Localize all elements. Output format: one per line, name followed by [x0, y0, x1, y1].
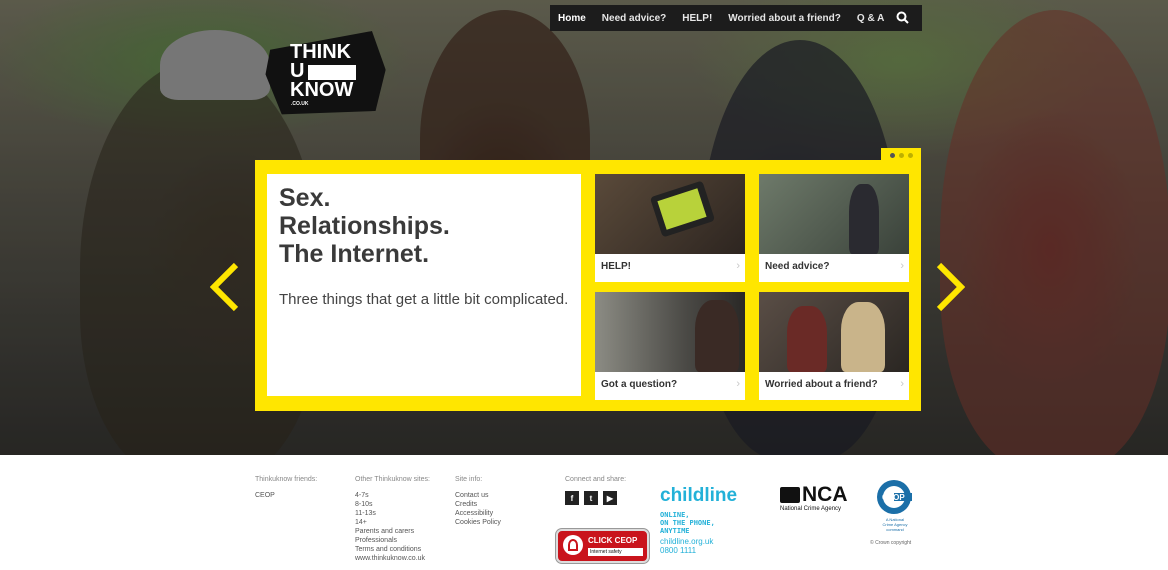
carousel-dot[interactable] — [889, 152, 895, 158]
tile-got-question[interactable]: Got a question? › — [595, 292, 745, 400]
tile-need-advice[interactable]: Need advice? › — [759, 174, 909, 282]
copyright-text: © Crown copyright — [870, 540, 912, 546]
tile-image — [759, 174, 909, 254]
ceop-logo[interactable]: CEOP A National Crime Agency command © C… — [870, 479, 920, 546]
footer-link[interactable]: www.thinkuknow.co.uk — [355, 554, 430, 563]
footer-link[interactable]: Professionals — [355, 536, 430, 545]
footer-other-sites: Other Thinkuknow sites: 4-7s 8-10s 11-13… — [355, 475, 430, 563]
hero-title-line: The Internet. — [279, 240, 430, 268]
ceop-name: CEOP — [882, 493, 905, 502]
carousel-dot[interactable] — [898, 152, 904, 158]
nav-qa[interactable]: Q & A — [849, 13, 892, 24]
nca-logo[interactable]: NCA National Crime Agency — [780, 483, 848, 512]
footer-link[interactable]: Terms and conditions — [355, 545, 430, 554]
site-footer: Thinkuknow friends: CEOP Other Thinkukno… — [0, 455, 1168, 570]
footer-heading: Site info: — [455, 476, 483, 483]
footer-link[interactable]: Parents and carers — [355, 527, 430, 536]
footer-connect: Connect and share: f t ▶ — [565, 475, 626, 505]
search-icon[interactable] — [896, 11, 910, 25]
hero-title-line: Relationships. — [279, 212, 450, 240]
hero-subtitle: Three things that get a little bit compl… — [279, 291, 569, 308]
childline-tagline: ANYTIME — [660, 527, 690, 535]
carousel-next-arrow[interactable] — [935, 262, 966, 312]
nca-name: NCA — [802, 483, 848, 506]
footer-link[interactable]: 11-13s — [355, 509, 430, 518]
childline-phone: 0800 1111 — [660, 546, 697, 555]
tile-worried-friend[interactable]: Worried about a friend? › — [759, 292, 909, 400]
crown-crest-icon — [780, 487, 800, 503]
carousel-prev-arrow[interactable] — [209, 262, 240, 312]
chevron-right-icon: › — [900, 260, 904, 272]
footer-friends: Thinkuknow friends: CEOP — [255, 475, 317, 500]
tile-label: Worried about a friend? — [765, 379, 878, 390]
footer-link[interactable]: 14+ — [355, 518, 430, 527]
facebook-icon[interactable]: f — [565, 491, 579, 505]
tile-help[interactable]: HELP! › — [595, 174, 745, 282]
chevron-right-icon: › — [900, 378, 904, 390]
hero-title: Sex. Relationships. The Internet. — [279, 184, 450, 268]
carousel-dot[interactable] — [907, 152, 913, 158]
hero-panel: Sex. Relationships. The Internet. Three … — [255, 148, 921, 411]
footer-heading: Thinkuknow friends: — [255, 476, 318, 483]
footer-link[interactable]: Credits — [455, 500, 501, 509]
ceop-subtitle: command — [886, 527, 904, 532]
footer-heading: Other Thinkuknow sites: — [355, 476, 430, 483]
footer-link[interactable]: 4-7s — [355, 491, 430, 500]
thinkuknow-logo[interactable]: THINK U KNOW .CO.UK — [260, 30, 400, 120]
tile-image — [595, 174, 745, 254]
click-ceop-label: CLICK CEOP — [588, 536, 638, 545]
logo-text: U — [290, 60, 305, 82]
hero-intro: Sex. Relationships. The Internet. Three … — [267, 174, 581, 396]
hero-banner: Home Need advice? HELP! Worried about a … — [0, 0, 1168, 455]
click-ceop-sublabel: Internet safety — [588, 548, 643, 556]
nav-worried-friend[interactable]: Worried about a friend? — [720, 13, 849, 24]
tile-label: Need advice? — [765, 261, 830, 272]
ceop-figure-icon — [568, 539, 578, 551]
chevron-right-icon: › — [736, 378, 740, 390]
logo-text: KNOW — [290, 79, 354, 101]
childline-name: childline — [660, 485, 738, 506]
childline-tagline: ONLINE, — [660, 511, 690, 519]
logo-text: .CO.UK — [291, 101, 309, 107]
nca-subtitle: National Crime Agency — [780, 506, 842, 512]
click-ceop-button[interactable]: CLICK CEOP Internet safety — [556, 529, 649, 563]
footer-link[interactable]: 8-10s — [355, 500, 430, 509]
footer-heading: Connect and share: — [565, 476, 627, 483]
footer-link-ceop[interactable]: CEOP — [255, 491, 317, 500]
hero-title-line: Sex. — [279, 184, 331, 212]
tile-image — [595, 292, 745, 372]
footer-link[interactable]: Accessibility — [455, 509, 501, 518]
chevron-right-icon: › — [736, 260, 740, 272]
logo-text: THINK — [290, 41, 352, 63]
footer-link[interactable]: Contact us — [455, 491, 501, 500]
nav-help[interactable]: HELP! — [674, 13, 720, 24]
nav-need-advice[interactable]: Need advice? — [594, 13, 674, 24]
youtube-icon[interactable]: ▶ — [603, 491, 617, 505]
tile-image — [759, 292, 909, 372]
childline-logo[interactable]: childline ONLINE, ON THE PHONE, ANYTIME … — [660, 485, 737, 555]
childline-tagline: ON THE PHONE, — [660, 519, 715, 527]
childline-url: childline.org.uk — [660, 537, 714, 546]
nav-home[interactable]: Home — [550, 13, 594, 24]
carousel-dots — [881, 148, 921, 162]
twitter-icon[interactable]: t — [584, 491, 598, 505]
main-nav: Home Need advice? HELP! Worried about a … — [550, 5, 922, 31]
footer-link[interactable]: Cookies Policy — [455, 518, 501, 527]
tile-label: Got a question? — [601, 379, 678, 390]
tile-label: HELP! — [601, 261, 631, 272]
footer-site-info: Site info: Contact us Credits Accessibil… — [455, 475, 501, 527]
